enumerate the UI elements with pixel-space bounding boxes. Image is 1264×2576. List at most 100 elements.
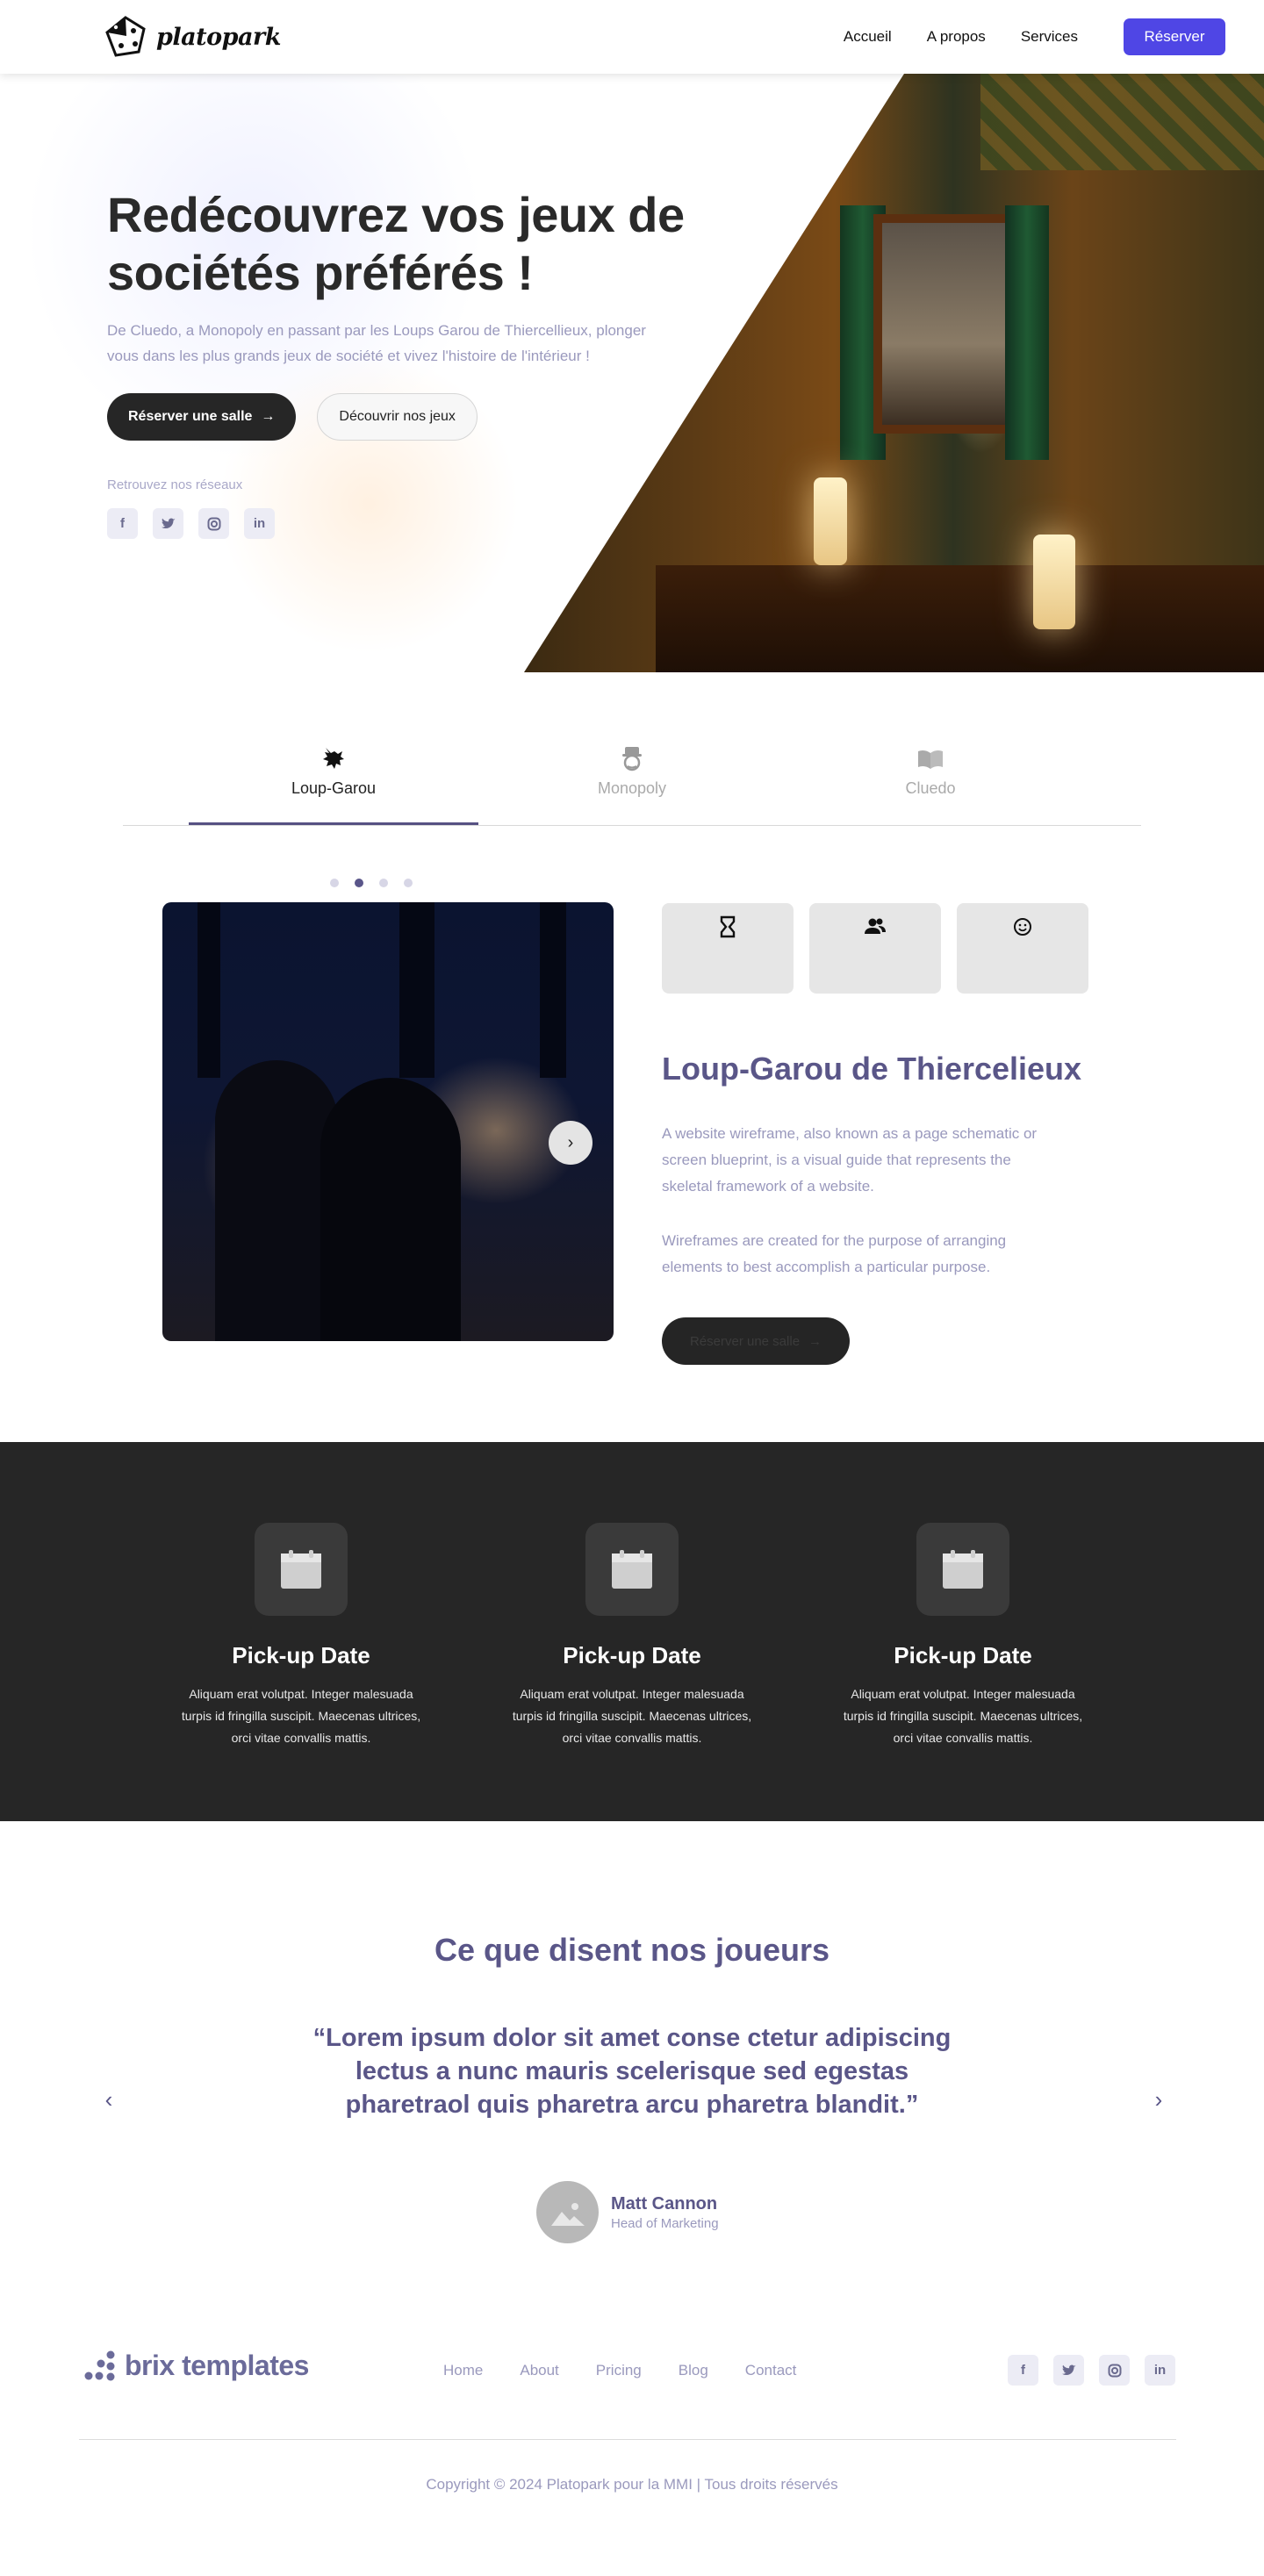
game-tabs-section: Loup-Garou Monopoly Cluedo: [123, 672, 1141, 826]
photo-silhouette: [215, 1060, 338, 1341]
footer-link-home[interactable]: Home: [443, 2362, 483, 2379]
author-info: Matt Cannon Head of Marketing: [611, 2194, 719, 2231]
footer-divider: [79, 2439, 1176, 2440]
tab-label: Cluedo: [905, 779, 956, 797]
services-section: Pick-up Date Aliquam erat volutpat. Inte…: [0, 1442, 1264, 1821]
tab-label: Loup-Garou: [291, 779, 377, 797]
nav-link-apropos[interactable]: A propos: [927, 28, 986, 46]
image-placeholder-icon: [550, 2202, 585, 2226]
linkedin-icon[interactable]: in: [1145, 2355, 1175, 2386]
tab-monopoly[interactable]: Monopoly: [487, 735, 777, 825]
hero-title: Redécouvrez vos jeux de sociétés préféré…: [107, 187, 685, 300]
slide-next-button[interactable]: ›: [549, 1121, 592, 1165]
author-name: Matt Cannon: [611, 2193, 718, 2214]
top-navbar: platopark Accueil A propos Services Rése…: [0, 0, 1264, 74]
service-title: Pick-up Date: [232, 1642, 370, 1668]
footer-link-contact[interactable]: Contact: [745, 2362, 797, 2379]
stat-card-duration: [662, 903, 794, 994]
stat-card-players: [809, 903, 941, 994]
instagram-icon[interactable]: [198, 508, 229, 539]
photo-tree: [399, 902, 434, 1078]
nav-link-accueil[interactable]: Accueil: [844, 28, 892, 46]
reserve-room-button[interactable]: Réserver une salle →: [107, 393, 297, 441]
brand-name: platopark: [156, 23, 281, 51]
photo-tree: [198, 902, 220, 1078]
photo-curtain-right: [1005, 205, 1049, 460]
footer-brand-name: brix templates: [125, 2350, 309, 2381]
tab-loup-garou[interactable]: Loup-Garou: [189, 735, 478, 825]
calendar-icon: [943, 1550, 983, 1589]
game-stats: [662, 903, 1088, 994]
game-reserve-label: Réserver une salle: [689, 1333, 801, 1349]
photo-tree: [540, 902, 566, 1078]
facebook-icon[interactable]: f: [107, 508, 138, 539]
game-slide-photo: [162, 902, 614, 1341]
nav-links: Accueil A propos Services Réserver: [844, 18, 1225, 55]
service-item: Pick-up Date Aliquam erat volutpat. Inte…: [467, 1523, 798, 1821]
calendar-icon: [281, 1550, 321, 1589]
tab-label: Monopoly: [597, 779, 667, 797]
slider-dots: [330, 879, 413, 887]
photo-table: [656, 565, 1264, 672]
stat-card-mood: [957, 903, 1088, 994]
chevron-right-icon: ›: [567, 1132, 574, 1152]
avatar: [536, 2181, 599, 2243]
service-text: Aliquam erat volutpat. Integer malesuada…: [843, 1687, 1083, 1745]
open-book-icon: [918, 750, 943, 769]
nav-link-services[interactable]: Services: [1021, 28, 1078, 46]
footer-link-pricing[interactable]: Pricing: [596, 2362, 642, 2379]
testimonial-next-button[interactable]: ›: [1141, 2082, 1176, 2117]
facebook-icon[interactable]: f: [1008, 2355, 1038, 2386]
service-title: Pick-up Date: [894, 1642, 1032, 1668]
testimonial-quote: “Lorem ipsum dolor sit amet conse ctetur…: [312, 2024, 952, 2119]
footer: brix templates Home About Pricing Blog C…: [0, 2313, 1264, 2533]
reserve-room-label: Réserver une salle: [128, 409, 253, 424]
testimonial-section: Ce que disent nos joueurs ‹ “Lorem ipsum…: [0, 1821, 1264, 2313]
footer-link-about[interactable]: About: [520, 2362, 558, 2379]
slider-dot-active[interactable]: [355, 879, 363, 887]
service-item: Pick-up Date Aliquam erat volutpat. Inte…: [136, 1523, 467, 1821]
game-feature-section: › Loup-Garou de Thiercelieux A website w…: [0, 826, 1264, 1442]
footer-social-links: f in: [1008, 2355, 1175, 2386]
game-reserve-button[interactable]: Réserver une salle →: [662, 1317, 850, 1365]
footer-logo[interactable]: brix templates: [83, 2350, 309, 2382]
testimonial-prev-button[interactable]: ‹: [91, 2082, 126, 2117]
users-icon: [865, 918, 886, 934]
hero-social-links: f in: [107, 508, 704, 539]
testimonial-author: Matt Cannon Head of Marketing: [536, 2181, 719, 2243]
brand-logo[interactable]: platopark: [104, 15, 281, 59]
footer-link-blog[interactable]: Blog: [679, 2362, 708, 2379]
copyright-text: Copyright © 2024 Platopark pour la MMI |…: [426, 2476, 838, 2493]
twitter-icon[interactable]: [153, 508, 183, 539]
instagram-icon[interactable]: [1099, 2355, 1130, 2386]
service-text: Aliquam erat volutpat. Integer malesuada…: [512, 1687, 752, 1745]
slider-dot[interactable]: [404, 879, 413, 887]
slider-dot[interactable]: [330, 879, 339, 887]
arrow-right-icon: →: [808, 1333, 822, 1349]
service-title: Pick-up Date: [563, 1642, 701, 1668]
discover-games-button[interactable]: Découvrir nos jeux: [317, 393, 478, 441]
slider-dot[interactable]: [379, 879, 388, 887]
calendar-icon: [612, 1550, 652, 1589]
chevron-left-icon: ‹: [104, 2085, 113, 2113]
photo-candle: [1033, 535, 1075, 629]
hero-description: De Cluedo, a Monopoly en passant par les…: [107, 322, 646, 364]
reserve-button[interactable]: Réserver: [1124, 18, 1225, 55]
game-title: Loup-Garou de Thiercelieux: [662, 1051, 1082, 1087]
linkedin-icon[interactable]: in: [244, 508, 275, 539]
service-item: Pick-up Date Aliquam erat volutpat. Inte…: [798, 1523, 1129, 1821]
twitter-icon[interactable]: [1053, 2355, 1084, 2386]
hero-section: Redécouvrez vos jeux de sociétés préféré…: [0, 74, 1264, 672]
service-icon-box: [255, 1523, 348, 1616]
smiley-icon: [1014, 918, 1031, 936]
chevron-right-icon: ›: [1154, 2085, 1163, 2113]
game-description-secondary: Wireframes are created for the purpose o…: [662, 1232, 1007, 1275]
dice-logo-icon: [105, 16, 146, 57]
testimonial-title: Ce que disent nos joueurs: [434, 1932, 830, 1968]
hero-buttons: Réserver une salle → Découvrir nos jeux: [107, 393, 704, 441]
photo-window: [873, 214, 1018, 434]
game-description: A website wireframe, also known as a pag…: [662, 1125, 1038, 1195]
tab-cluedo[interactable]: Cluedo: [786, 735, 1075, 825]
monopoly-man-icon: [622, 747, 642, 771]
hero-content: Redécouvrez vos jeux de sociétés préféré…: [107, 186, 704, 539]
